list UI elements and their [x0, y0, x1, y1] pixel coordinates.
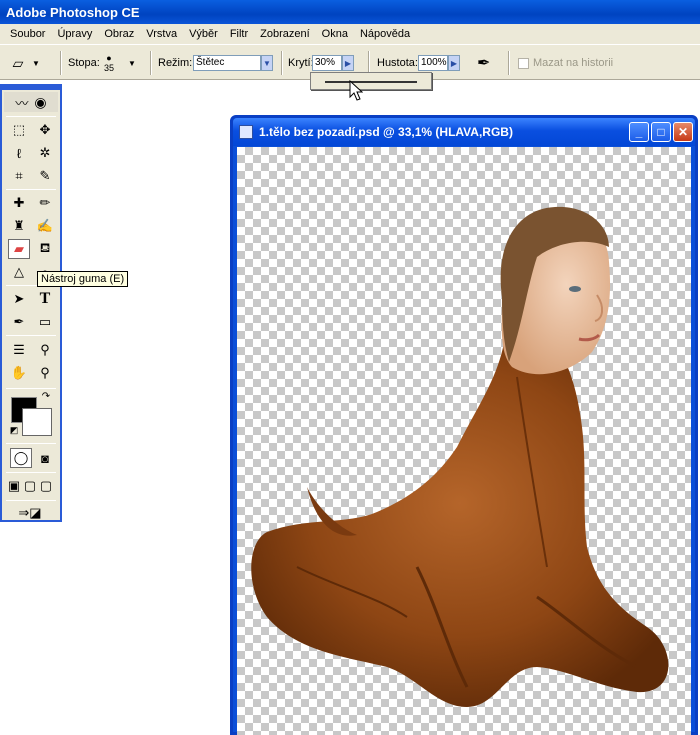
quick-mask-mode-icon[interactable]: ◙ [34, 448, 56, 468]
chevron-down-icon[interactable]: ▼ [128, 59, 136, 68]
menu-bar: Soubor Úpravy Obraz Vrstva Výběr Filtr Z… [0, 24, 700, 44]
notes-tool-icon[interactable]: ☰ [8, 340, 30, 360]
brush-picker[interactable]: ● 35 [104, 45, 114, 81]
marquee-tool-icon[interactable]: ⬚ [8, 120, 30, 140]
mouse-cursor-icon [349, 80, 363, 101]
brush-label: Stopa: [68, 57, 100, 69]
eraser-tool-icon[interactable]: ▰ [8, 239, 30, 259]
screen-mode-full-menu-icon[interactable]: ▢ [22, 476, 38, 496]
clay-figure-with-child-head [251, 206, 669, 707]
menu-obraz[interactable]: Obraz [98, 28, 140, 40]
swap-colors-icon[interactable]: ↷ [40, 390, 52, 402]
brush-tool-icon[interactable]: ✏ [34, 193, 56, 213]
document-window: 1.tělo bez pozadí.psd @ 33,1% (HLAVA,RGB… [230, 115, 698, 735]
eraser-icon: ▱ [12, 54, 24, 71]
default-colors-icon[interactable]: ◩ [8, 424, 20, 436]
brush-size: 35 [104, 62, 115, 73]
mode-select[interactable]: Štětec [193, 55, 261, 71]
density-input[interactable]: 100% [418, 55, 448, 71]
paint-bucket-tool-icon[interactable]: ⛾ [34, 239, 56, 259]
density-value: 100% [421, 57, 447, 68]
history-label: Mazat na historii [533, 57, 614, 69]
move-tool-icon[interactable]: ✥ [34, 120, 56, 140]
tool-preset-picker[interactable]: ▱ ▼ [4, 45, 40, 81]
photoshop-doc-icon [239, 125, 253, 139]
mode-dropdown-button[interactable]: ▼ [261, 55, 273, 71]
lasso-tool-icon[interactable]: ℓ [8, 143, 30, 163]
document-canvas[interactable] [237, 147, 691, 735]
jump-to-imageready-icon[interactable]: ⇒◪ [8, 503, 52, 523]
maximize-icon[interactable]: □ [651, 122, 671, 142]
screen-mode-full-icon[interactable]: ▢ [38, 476, 54, 496]
toolbox-header-logo[interactable]: 〰 ◉ [4, 92, 58, 112]
menu-upravy[interactable]: Úpravy [51, 28, 98, 40]
blur-tool-icon[interactable]: △ [8, 262, 30, 282]
document-title: 1.tělo bez pozadí.psd @ 33,1% (HLAVA,RGB… [259, 125, 513, 139]
history-brush-tool-icon[interactable]: ✍ [34, 216, 56, 236]
eraser-tooltip: Nástroj guma (E) [37, 271, 129, 287]
eye-logo-icon: ◉ [34, 93, 47, 110]
mode-label: Režim: [158, 57, 193, 69]
healing-brush-tool-icon[interactable]: ✚ [8, 193, 30, 213]
erase-history-checkbox[interactable]: Mazat na historii [518, 45, 613, 81]
toolbox: 〰 ◉ ⬚ ✥ ℓ ✲ ⌗ ✎ ✚ ✏ ♜ ✍ ▰ ⛾ △ ● ➤ T ✒ ▭ … [0, 84, 62, 522]
density-label: Hustota: [377, 57, 418, 69]
opacity-input[interactable]: 30% [312, 55, 342, 71]
minimize-icon[interactable]: _ [629, 122, 649, 142]
opacity-slider-button[interactable]: ▶ [342, 55, 354, 71]
eye [569, 286, 581, 292]
brush-dot-icon: ● [106, 52, 112, 63]
menu-filtr[interactable]: Filtr [224, 28, 254, 40]
mode-value: Štětec [196, 57, 225, 68]
close-icon[interactable]: ✕ [673, 122, 693, 142]
slice-tool-icon[interactable]: ✎ [34, 166, 56, 186]
path-selection-tool-icon[interactable]: ➤ [8, 289, 30, 309]
type-tool-icon[interactable]: T [34, 289, 56, 309]
document-title-bar[interactable]: 1.tělo bez pozadí.psd @ 33,1% (HLAVA,RGB… [233, 118, 695, 146]
rectangle-tool-icon[interactable]: ▭ [34, 312, 56, 332]
density-slider-button[interactable]: ▶ [448, 55, 460, 71]
pen-tool-icon[interactable]: ✒ [8, 312, 30, 332]
airbrush-icon[interactable]: ✒ [477, 53, 490, 73]
eyedropper-tool-icon[interactable]: ⚲ [34, 340, 56, 360]
app-title-bar: Adobe Photoshop CE [0, 0, 700, 24]
zoom-tool-icon[interactable]: ⚲ [34, 363, 56, 383]
opacity-label: Krytí: [288, 57, 314, 69]
clone-stamp-tool-icon[interactable]: ♜ [8, 216, 30, 236]
hand-tool-icon[interactable]: ✋ [8, 363, 30, 383]
opacity-slider-popup[interactable] [310, 72, 432, 90]
chevron-down-icon: ▼ [32, 58, 40, 68]
background-color-swatch[interactable] [22, 408, 52, 436]
feather-icon: 〰 [15, 95, 29, 111]
menu-napoveda[interactable]: Nápověda [354, 28, 416, 40]
menu-okna[interactable]: Okna [316, 28, 354, 40]
standard-mode-icon[interactable]: ◯ [10, 448, 32, 468]
screen-mode-standard-icon[interactable]: ▣ [6, 476, 22, 496]
app-title: Adobe Photoshop CE [6, 4, 140, 20]
menu-vrstva[interactable]: Vrstva [140, 28, 183, 40]
magic-wand-tool-icon[interactable]: ✲ [34, 143, 56, 163]
checkbox-icon [518, 57, 529, 69]
crop-tool-icon[interactable]: ⌗ [8, 166, 30, 186]
menu-zobrazeni[interactable]: Zobrazení [254, 28, 316, 40]
menu-vyber[interactable]: Výběr [183, 28, 224, 40]
menu-soubor[interactable]: Soubor [4, 28, 51, 40]
opacity-slider-track[interactable] [325, 81, 417, 83]
opacity-value: 30% [315, 57, 336, 68]
photoshop-app: Adobe Photoshop CE Soubor Úpravy Obraz V… [0, 0, 700, 735]
